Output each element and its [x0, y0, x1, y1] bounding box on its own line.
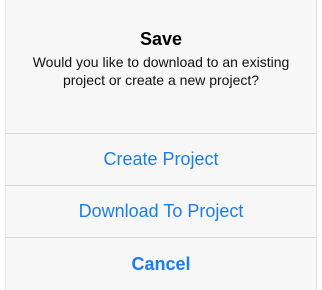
download-to-project-button[interactable]: Download To Project	[6, 186, 316, 238]
alert-message: Would you like to download to an existin…	[32, 54, 290, 88]
cancel-button[interactable]: Cancel	[6, 238, 316, 290]
create-project-button[interactable]: Create Project	[6, 134, 316, 186]
save-alert-dialog: Save Would you like to download to an ex…	[5, 0, 317, 290]
alert-header: Save Would you like to download to an ex…	[6, 0, 316, 134]
alert-title: Save	[139, 29, 183, 49]
